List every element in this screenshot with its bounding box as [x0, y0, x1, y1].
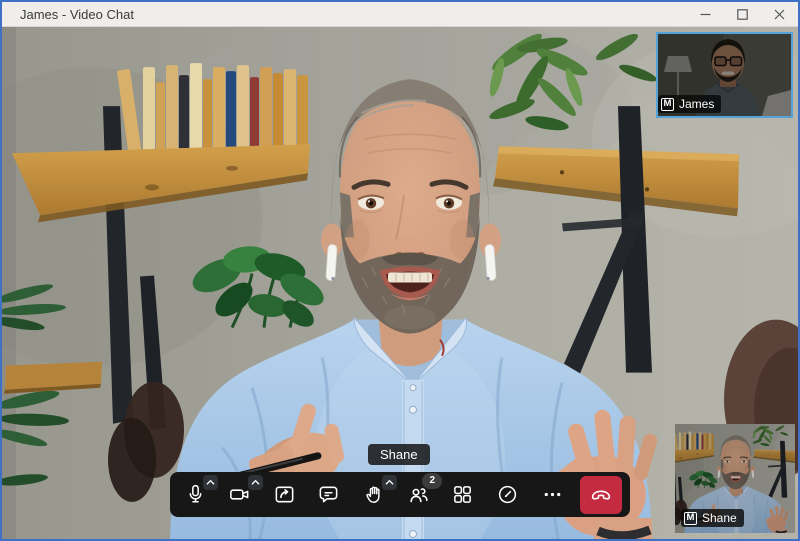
raise-hand-button[interactable] [357, 478, 391, 512]
chat-icon [317, 483, 340, 506]
james-label: M James [658, 95, 721, 113]
window-title: James - Video Chat [2, 7, 687, 22]
microphone-button[interactable] [178, 478, 212, 512]
apps-grid-icon [451, 483, 474, 506]
mic-indicator-icon: M [684, 512, 697, 525]
close-button[interactable] [761, 2, 798, 26]
hang-up-button[interactable] [580, 476, 622, 514]
share-screen-icon [273, 483, 296, 506]
titlebar: James - Video Chat [2, 2, 798, 27]
participants-count-badge: 2 [422, 473, 442, 489]
thumbnail-shane[interactable]: M Shane [675, 424, 795, 533]
maximize-icon [737, 9, 748, 20]
chevron-up-icon [251, 478, 260, 487]
call-toolbar: 2 [170, 472, 630, 517]
window-controls [687, 2, 798, 26]
camera-button[interactable] [223, 478, 257, 512]
minimize-button[interactable] [687, 2, 724, 26]
performance-gauge-icon [496, 483, 519, 506]
share-screen-button[interactable] [267, 478, 301, 512]
apps-button[interactable] [446, 478, 480, 512]
close-icon [774, 9, 785, 20]
raise-hand-options-button[interactable] [382, 475, 397, 490]
more-dots-icon [541, 483, 564, 506]
minimize-icon [700, 9, 711, 20]
participants-button[interactable]: 2 [401, 478, 435, 512]
active-speaker-name: Shane [380, 447, 418, 462]
james-name: James [679, 97, 714, 111]
chat-button[interactable] [312, 478, 346, 512]
active-speaker-nametag: Shane [368, 444, 430, 465]
camera-options-button[interactable] [248, 475, 263, 490]
hang-up-icon [588, 482, 614, 508]
performance-button[interactable] [491, 478, 525, 512]
shane-name: Shane [702, 511, 737, 525]
microphone-options-button[interactable] [203, 475, 218, 490]
more-options-button[interactable] [535, 478, 569, 512]
thumbnail-james[interactable]: M James [656, 32, 793, 118]
call-stage: Shane [2, 27, 798, 539]
mic-indicator-icon: M [661, 98, 674, 111]
chevron-up-icon [385, 478, 394, 487]
maximize-button[interactable] [724, 2, 761, 26]
video-chat-window: James - Video Chat [0, 0, 800, 541]
shane-label: M Shane [681, 509, 744, 527]
chevron-up-icon [206, 478, 215, 487]
